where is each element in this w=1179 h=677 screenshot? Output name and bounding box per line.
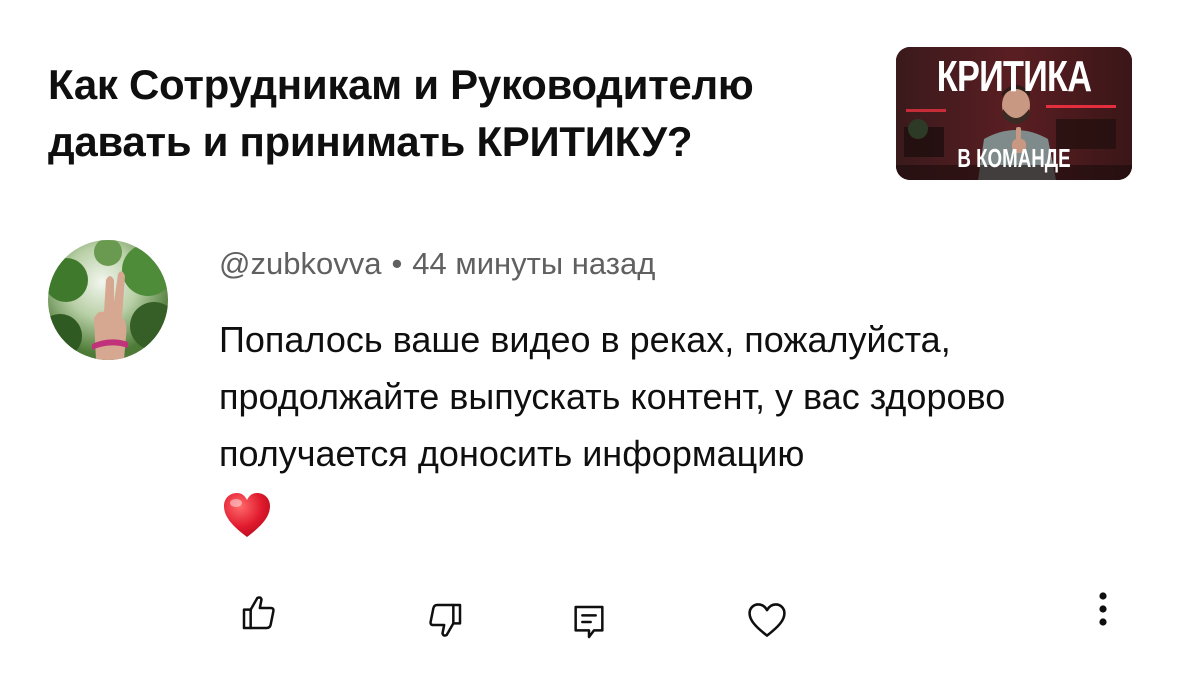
more-options-button[interactable] [1088, 588, 1118, 634]
more-vertical-icon [1099, 592, 1107, 626]
comment-meta: @zubkovva • 44 минуты назад [219, 244, 655, 284]
dislike-button[interactable] [422, 597, 468, 643]
comment-author[interactable]: @zubkovva [219, 246, 381, 281]
reply-button[interactable] [566, 599, 612, 645]
heart-icon [748, 603, 786, 637]
video-thumbnail[interactable]: КРИТИКА В КОМАНДЕ [896, 47, 1132, 180]
thumbs-up-icon [242, 596, 275, 630]
thumbs-down-icon [429, 603, 462, 637]
comment-text: Попалось ваше видео в реках, пожалуйста,… [219, 319, 1006, 474]
thumbnail-title-text: КРИТИКА [936, 52, 1092, 101]
thumbnail-subtitle-text: В КОМАНДЕ [957, 143, 1071, 173]
red-heart-emoji [221, 490, 273, 542]
meta-separator: • [391, 246, 403, 281]
heart-button[interactable] [744, 597, 790, 643]
video-title[interactable]: Как Сотрудникам и Руководителю давать и … [48, 56, 878, 170]
comment-timestamp: 44 минуты назад [412, 246, 656, 281]
avatar[interactable] [48, 240, 168, 360]
reply-icon [574, 605, 604, 639]
avatar-image [48, 240, 168, 360]
like-button[interactable] [236, 590, 282, 636]
